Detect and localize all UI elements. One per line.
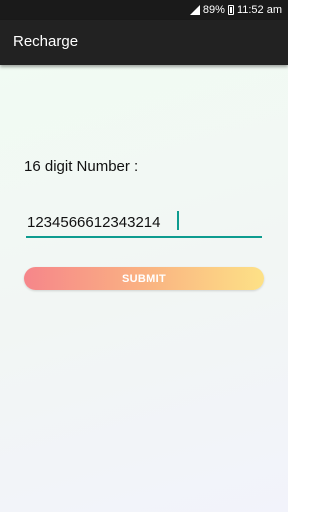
text-cursor [177, 211, 179, 230]
number-label: 16 digit Number : [24, 158, 139, 175]
battery-icon [227, 5, 234, 15]
app-bar: Recharge [0, 20, 288, 65]
battery-percentage: 89% [202, 4, 225, 16]
status-indicators: 89% 11:52 am [189, 3, 282, 17]
status-time: 11:52 am [236, 4, 282, 16]
status-bar: 89% 11:52 am [0, 0, 288, 20]
page-title: Recharge [13, 33, 79, 50]
number-input[interactable] [26, 210, 262, 238]
recharge-screen: 89% 11:52 am Recharge 16 digit Number : … [0, 0, 288, 512]
signal-icon [189, 5, 200, 15]
submit-button[interactable]: SUBMIT [24, 267, 264, 290]
